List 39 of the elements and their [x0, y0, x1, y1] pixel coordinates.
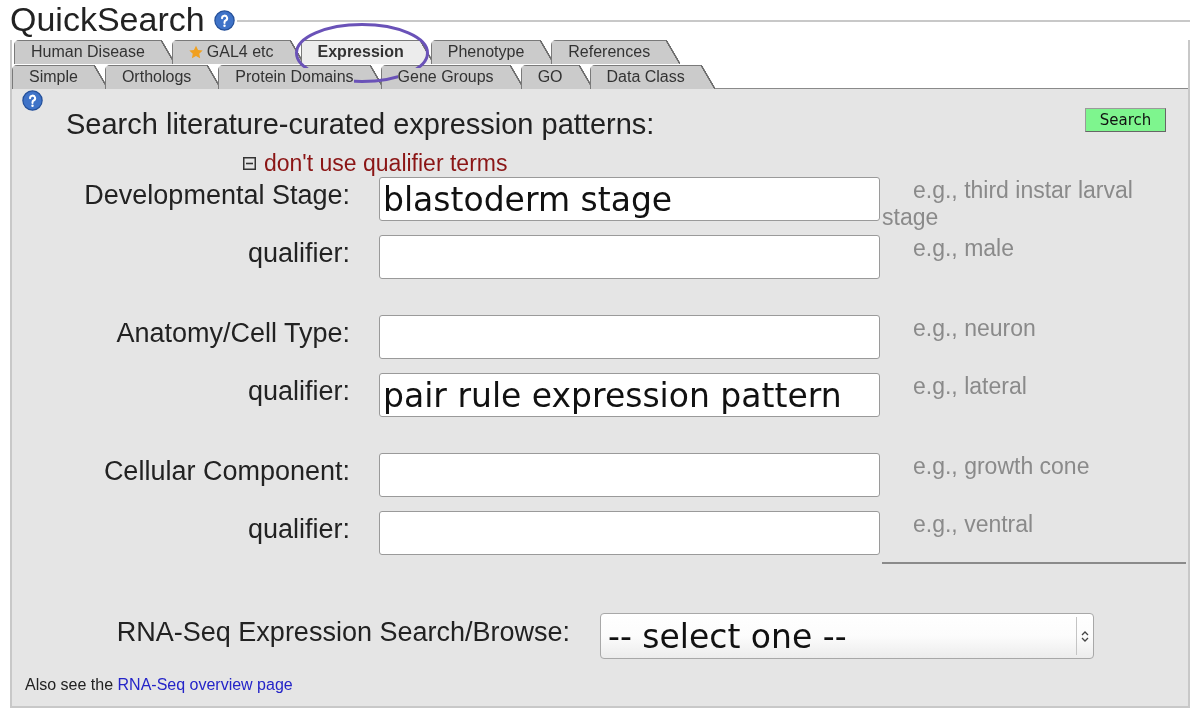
tab[interactable]: Simple — [12, 65, 108, 89]
search-button[interactable]: Search — [1085, 108, 1166, 132]
field-label: Cellular Component: — [103, 455, 350, 487]
page-title: QuickSearch — [10, 0, 205, 38]
tab[interactable]: GAL4 etc — [171, 40, 304, 64]
input-field[interactable] — [379, 315, 880, 359]
example-hint: e.g., male — [912, 235, 1014, 262]
example-hint: e.g., ventral — [912, 511, 1034, 538]
collapse-icon[interactable] — [243, 156, 256, 170]
select-dropdown[interactable]: -- select one -- — [600, 613, 1094, 659]
input-field[interactable] — [379, 235, 880, 279]
help-icon[interactable] — [213, 9, 235, 31]
example-hint: e.g., neuron — [912, 315, 1036, 342]
example-hint: e.g., growth cone — [912, 453, 1090, 480]
input-field[interactable] — [379, 511, 880, 555]
tab[interactable]: References — [551, 40, 681, 64]
tab[interactable]: Gene Groups — [380, 65, 524, 89]
tab[interactable]: Data Class — [589, 65, 715, 89]
qualifier-toggle-link[interactable]: don't use qualifier terms — [243, 150, 508, 176]
tab[interactable]: Protein Domains — [218, 65, 384, 89]
field-label: Anatomy/Cell Type: — [116, 317, 350, 349]
tab[interactable]: Human Disease — [14, 40, 175, 64]
field-label: qualifier: — [247, 237, 350, 269]
panel-heading: Search literature-curated expression patterns: — [66, 108, 655, 140]
field-label: RNA-Seq Expression Search/Browse: — [116, 616, 570, 648]
star-icon — [188, 45, 203, 59]
input-field[interactable] — [379, 453, 880, 497]
overview-link[interactable]: RNA-Seq overview page — [117, 676, 293, 693]
input-field[interactable]: pair rule expression pattern — [379, 373, 880, 417]
updown-chevron-icon — [1081, 629, 1089, 643]
input-field[interactable]: blastoderm stage — [379, 177, 880, 221]
help-icon[interactable] — [22, 90, 43, 111]
field-label: qualifier: — [247, 375, 350, 407]
example-hint: e.g., lateral — [912, 373, 1027, 400]
field-label: Developmental Stage: — [84, 179, 350, 211]
field-label: qualifier: — [247, 513, 350, 545]
tab[interactable]: GO — [520, 65, 593, 89]
footer-note: Also see the RNA-Seq overview page — [25, 676, 293, 693]
tab[interactable]: Expression — [300, 40, 434, 64]
